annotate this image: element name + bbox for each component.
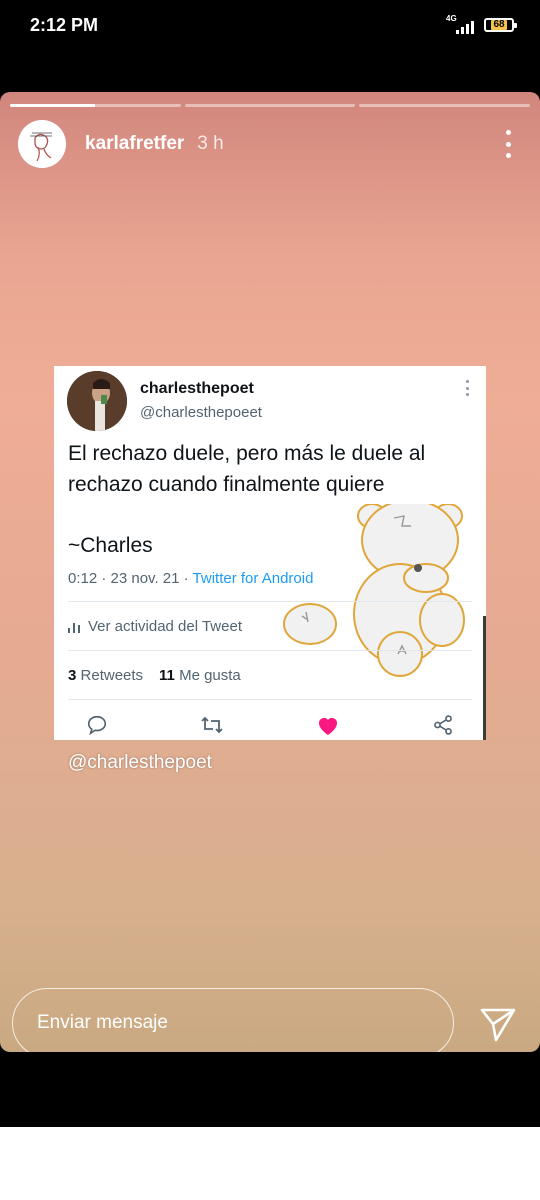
- status-bar: 2:12 PM 4G 68: [0, 0, 540, 52]
- divider: [68, 699, 472, 700]
- retweets-count: 3: [68, 667, 77, 684]
- retweet-icon: [199, 712, 225, 738]
- likes-stat: 11 Me gusta: [159, 667, 241, 684]
- navigation-bar: [0, 1127, 540, 1200]
- signal-icon: 4G: [444, 14, 474, 36]
- mention-sticker[interactable]: @charlesthepoet: [68, 752, 212, 774]
- divider: [68, 650, 472, 651]
- divider: [68, 601, 472, 602]
- battery-icon: 68: [484, 18, 517, 32]
- image-edge: [483, 616, 486, 740]
- status-time: 2:12 PM: [30, 15, 99, 35]
- tweet-activity-label: Ver actividad del Tweet: [88, 618, 242, 635]
- tweet-activity-link: Ver actividad del Tweet: [68, 618, 242, 635]
- retweets-label: Retweets: [80, 667, 144, 684]
- tweet-source: Twitter for Android: [192, 570, 314, 587]
- more-vertical-icon: [464, 380, 470, 396]
- analytics-icon: [68, 622, 80, 633]
- tweet-card: charlesthepoet @charlesthepoeet El recha…: [54, 366, 486, 740]
- tweet-stats: 3 Retweets 11 Me gusta: [68, 667, 241, 684]
- story-progress: [10, 104, 531, 107]
- share-icon: [430, 712, 456, 738]
- tweet-signature: ~Charles: [68, 534, 153, 557]
- comment-icon: [84, 712, 110, 738]
- likes-count: 11: [159, 667, 175, 684]
- status-icons: 4G 68: [444, 14, 517, 36]
- tweet-meta: 0:12 · 23 nov. 21 · Twitter for Android: [68, 570, 313, 587]
- reply-input[interactable]: Enviar mensaje: [12, 988, 454, 1052]
- story-username[interactable]: karlafretfer: [85, 133, 184, 155]
- story-header: karlafretfer 3 h: [18, 120, 520, 168]
- tweet-actions: [84, 712, 456, 738]
- progress-segment: [10, 104, 181, 107]
- teddy-bear-image: [283, 504, 465, 677]
- avatar[interactable]: [18, 120, 66, 168]
- story-time: 3 h: [197, 133, 224, 154]
- tweet-text: El rechazo duele, pero más le duele al r…: [68, 442, 426, 496]
- retweets-stat: 3 Retweets: [68, 667, 143, 684]
- likes-label: Me gusta: [179, 667, 241, 684]
- progress-segment: [184, 104, 356, 107]
- battery-level: 68: [491, 19, 507, 30]
- story-viewer[interactable]: karlafretfer 3 h charlesthepoet @charles…: [0, 92, 540, 1052]
- progress-segment: [359, 104, 531, 107]
- more-vertical-icon[interactable]: [496, 130, 520, 158]
- tweet-avatar: [67, 371, 127, 431]
- progress-fill: [10, 104, 96, 107]
- tweet-time: 0:12 · 23 nov. 21 ·: [68, 570, 193, 587]
- reply-placeholder: Enviar mensaje: [37, 1012, 168, 1033]
- heart-icon: [315, 712, 341, 738]
- paper-plane-icon[interactable]: [478, 1004, 518, 1044]
- tweet-author-name: charlesthepoet: [140, 380, 254, 397]
- tweet-author-handle: @charlesthepoeet: [140, 404, 262, 421]
